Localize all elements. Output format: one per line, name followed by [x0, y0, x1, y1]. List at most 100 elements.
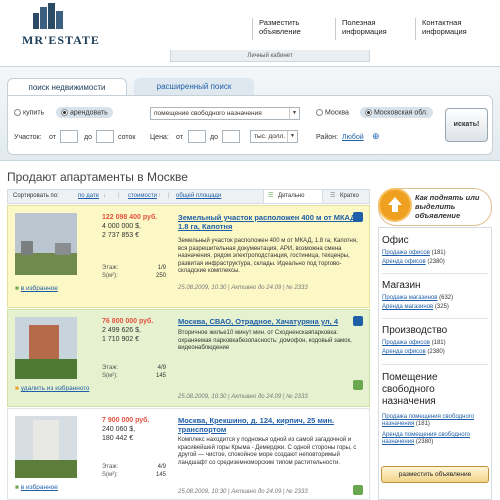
sidebar-link[interactable]: Аренда офисов (2380) [382, 259, 445, 265]
property-type-select[interactable]: помещение свободного назначения ▼ [150, 107, 300, 120]
area-value: 250 [155, 273, 166, 279]
price-block: 76 800 000 руб. 2 499 626 $, 1 710 902 € [102, 317, 153, 344]
useful-info-link[interactable]: Полезная информация [335, 18, 405, 40]
place-ad-button[interactable]: разместить объявление [381, 466, 489, 483]
sidebar-title-free-purpose: Помещение свободного назначения [382, 372, 438, 407]
sidebar-title-production: Производство [382, 325, 448, 336]
floor-label: Этаж: [102, 365, 119, 371]
sidebar-link[interactable]: Аренда магазинов (325) [382, 304, 449, 310]
listing-photo[interactable] [15, 317, 77, 379]
floor-value: 4/9 [157, 365, 166, 371]
header: MR'ESTATE Разместить объявление Полезная… [0, 0, 500, 50]
price-eur: 180 442 € [102, 435, 134, 442]
radio-selected-icon [365, 109, 372, 116]
sidebar-link[interactable]: Продажа офисов (181) [382, 250, 446, 256]
sidebar-link[interactable]: Продажа магазинов (632) [382, 295, 453, 301]
add-favorite[interactable]: ■ в избранное [15, 285, 58, 292]
view-detail-toggle[interactable]: ☰ Детально [263, 190, 323, 203]
sort-label: Сортировать по: [13, 193, 59, 199]
area-unit-label: соток [118, 134, 136, 141]
bookmark-icon[interactable] [353, 316, 363, 326]
listing-photo[interactable] [15, 213, 77, 275]
sidebar-link[interactable]: Аренда офисов (2380) [382, 349, 445, 355]
area-to-input[interactable] [96, 130, 114, 143]
sort-arrow-icon: ↓ [103, 193, 106, 199]
list-detail-icon: ☰ [268, 193, 274, 199]
sidebar-link[interactable]: Аренда помещения свободного назначения (… [382, 432, 486, 446]
divider [382, 273, 488, 274]
floor-value: 1/9 [157, 265, 166, 271]
search-button[interactable]: искать! [445, 108, 488, 142]
divider [382, 364, 488, 365]
price-block: 7 900 000 руб. 240 060 $, 180 442 € [102, 416, 149, 443]
price-eur: 2 737 853 € [102, 232, 139, 239]
sort-divider: | [118, 193, 120, 199]
personal-cabinet-link[interactable]: Личный кабинет [170, 50, 370, 62]
sort-by-date[interactable]: по дате [78, 190, 99, 203]
raise-ad-icon[interactable] [353, 380, 363, 390]
view-short-toggle[interactable]: Кратко [340, 190, 359, 203]
sidebar-link[interactable]: Продажа офисов (181) [382, 340, 446, 346]
area-from-label: от [49, 134, 56, 141]
listing-title[interactable]: Москва, СВАО, Отрадное, Хачатуряна ул, 4 [178, 317, 358, 326]
listing-title[interactable]: Земельный участок расположен 400 м от МК… [178, 213, 358, 231]
price-usd: 2 499 626 $, [102, 327, 141, 334]
sidebar-link[interactable]: Продажа помещения свободного назначения … [382, 414, 486, 428]
area-to-label: до [84, 134, 92, 141]
listing-title[interactable]: Москва, Крекшино, д. 124, кирпич, 25 мин… [178, 416, 358, 434]
listing-date: 25.08.2009, 10:30 | Активно до 24.09 | №… [178, 285, 308, 291]
logo-text[interactable]: MR'ESTATE [22, 33, 100, 48]
raise-ad-icon[interactable] [353, 485, 363, 495]
promo-text[interactable]: Как поднять или выделить объявление [415, 193, 500, 220]
listing-description: Земельный участок расположен 400 м от МК… [178, 238, 358, 274]
listing-card[interactable]: 122 098 400 руб. 4 000 000 $, 2 737 853 … [7, 205, 370, 308]
floor-value: 4/9 [157, 464, 166, 470]
tab-basic-search[interactable]: поиск недвижимости [7, 78, 127, 96]
price-from-label: от [176, 134, 183, 141]
search-form [7, 95, 493, 155]
sort-bar: Сортировать по: по дате ↓ | стоимости ↑ … [7, 189, 370, 204]
price-rub: 76 800 000 руб. [102, 318, 154, 325]
price-usd: 240 060 $, [102, 426, 136, 433]
city-moscow-radio[interactable]: Москва [316, 109, 349, 116]
sort-divider: | [168, 193, 170, 199]
price-to-label: до [210, 134, 218, 141]
city-region-radio[interactable]: Московская обл. [360, 107, 433, 119]
page-title: Продают апартаменты в Москве [7, 170, 188, 184]
sidebar-title-shop: Магазин [382, 280, 421, 291]
logo-buildings-icon[interactable] [31, 3, 65, 29]
area-label: S(м²): [102, 472, 118, 478]
radio-icon [14, 109, 21, 116]
area-from-input[interactable] [60, 130, 78, 143]
price-from-input[interactable] [188, 130, 206, 143]
area-value: 145 [155, 373, 166, 379]
add-favorite[interactable]: ■ в избранное [15, 484, 58, 491]
map-pin-icon[interactable]: ⊕ [372, 131, 380, 142]
chevron-down-icon: ▼ [289, 108, 299, 119]
listing-card[interactable]: 7 900 000 руб. 240 060 $, 180 442 € Моск… [7, 408, 370, 500]
tab-advanced-search[interactable]: расширенный поиск [134, 78, 254, 96]
sort-by-cost[interactable]: стоимости [128, 190, 157, 203]
radio-selected-icon [61, 109, 68, 116]
contact-info-link[interactable]: Контактная информация [415, 18, 490, 40]
currency-select[interactable]: тыс. долл. ▼ [250, 130, 298, 143]
buy-radio[interactable]: купить [14, 109, 44, 116]
star-icon: ■ [15, 285, 19, 292]
district-link[interactable]: Любой [342, 134, 364, 141]
price-usd: 4 000 000 $, [102, 223, 141, 230]
listing-card[interactable]: 76 800 000 руб. 2 499 626 $, 1 710 902 €… [7, 309, 370, 407]
list-short-icon[interactable]: ☰ [330, 190, 335, 203]
place-ad-link[interactable]: Разместить объявление [252, 18, 327, 40]
remove-favorite[interactable]: ■ удалить из избранного [15, 385, 89, 392]
bookmark-icon[interactable] [353, 212, 363, 222]
listing-description: Вторичное жилье10 минут мин. от Сходненс… [178, 330, 352, 351]
area-value: 145 [155, 472, 166, 478]
listing-date: 25.08.2009, 10:30 | Активно до 24.09 | №… [178, 394, 308, 400]
price-to-input[interactable] [222, 130, 240, 143]
sort-by-area[interactable]: общей площади [176, 190, 221, 203]
upload-arrow-icon [378, 188, 412, 222]
sidebar-title-office: Офис [382, 235, 409, 246]
radio-icon [316, 109, 323, 116]
listing-photo[interactable] [15, 416, 77, 478]
rent-radio[interactable]: арендовать [56, 107, 113, 119]
